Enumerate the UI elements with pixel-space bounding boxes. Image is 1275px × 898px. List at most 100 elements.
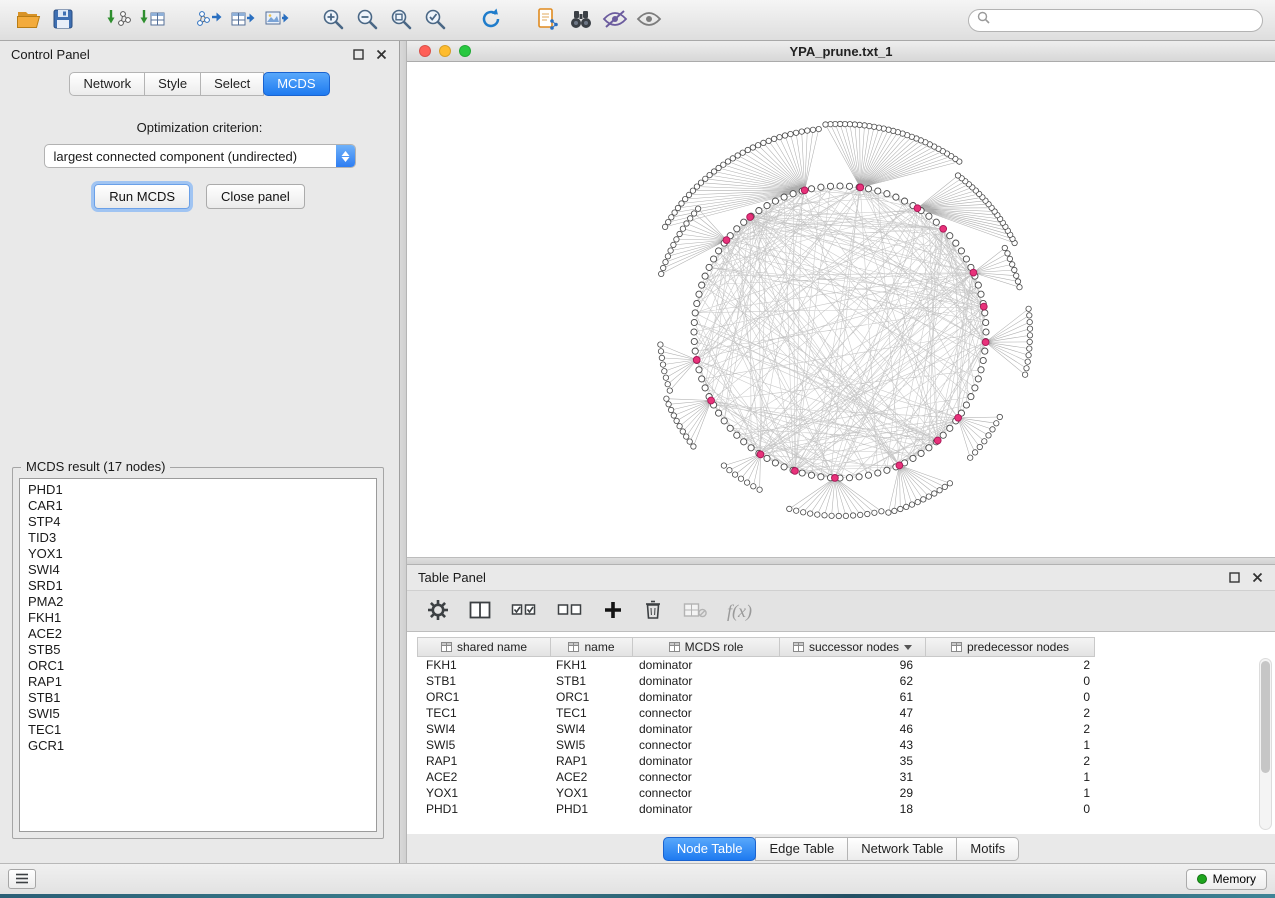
cell-role[interactable]: dominator <box>634 658 782 672</box>
mcds-result-item[interactable]: ORC1 <box>28 658 376 674</box>
network-node[interactable] <box>772 460 778 466</box>
cell-predecessors[interactable]: 0 <box>929 802 1099 816</box>
network-node[interactable] <box>764 455 770 461</box>
mcds-result-item[interactable]: TID3 <box>28 530 376 546</box>
network-leaf-node[interactable] <box>677 424 682 429</box>
network-leaf-node[interactable] <box>659 271 664 276</box>
export-network-button[interactable] <box>192 4 226 36</box>
network-node[interactable] <box>692 310 698 316</box>
network-node[interactable] <box>884 191 890 197</box>
network-leaf-node[interactable] <box>677 231 682 236</box>
cell-role[interactable]: connector <box>634 770 782 784</box>
network-leaf-node[interactable] <box>721 162 726 167</box>
network-leaf-node[interactable] <box>1012 267 1017 272</box>
network-node[interactable] <box>958 248 964 254</box>
network-dominator-node[interactable] <box>832 475 839 482</box>
cell-predecessors[interactable]: 1 <box>929 786 1099 800</box>
network-leaf-node[interactable] <box>788 131 793 136</box>
network-leaf-node[interactable] <box>876 125 881 130</box>
network-leaf-node[interactable] <box>865 511 870 516</box>
network-leaf-node[interactable] <box>810 127 815 132</box>
mcds-result-item[interactable]: SWI5 <box>28 706 376 722</box>
network-node[interactable] <box>699 282 705 288</box>
mcds-result-item[interactable]: RAP1 <box>28 674 376 690</box>
network-leaf-node[interactable] <box>688 216 693 221</box>
network-node[interactable] <box>702 273 708 279</box>
network-leaf-node[interactable] <box>1025 359 1030 364</box>
network-node[interactable] <box>910 455 916 461</box>
network-leaf-node[interactable] <box>794 508 799 513</box>
network-leaf-node[interactable] <box>732 472 737 477</box>
network-leaf-node[interactable] <box>691 211 696 216</box>
network-node[interactable] <box>716 410 722 416</box>
tab-motifs[interactable]: Motifs <box>956 837 1019 861</box>
tab-mcds[interactable]: MCDS <box>263 72 329 96</box>
network-node[interactable] <box>696 291 702 297</box>
network-node[interactable] <box>953 240 959 246</box>
status-menu-button[interactable] <box>8 869 36 889</box>
network-leaf-node[interactable] <box>671 242 676 247</box>
network-leaf-node[interactable] <box>793 130 798 135</box>
cell-predecessors[interactable]: 1 <box>929 738 1099 752</box>
cell-name[interactable]: ACE2 <box>551 770 634 784</box>
network-leaf-node[interactable] <box>755 143 760 148</box>
network-leaf-node[interactable] <box>994 421 999 426</box>
network-node[interactable] <box>702 385 708 391</box>
network-dominator-node[interactable] <box>723 237 730 244</box>
network-leaf-node[interactable] <box>777 135 782 140</box>
network-node[interactable] <box>893 194 899 200</box>
cell-role[interactable]: dominator <box>634 690 782 704</box>
split-divider-vertical[interactable] <box>400 41 407 863</box>
network-node[interactable] <box>884 467 890 473</box>
cell-successors[interactable]: 35 <box>782 754 929 768</box>
table-row[interactable]: FKH1FKH1dominator962 <box>417 657 1275 673</box>
cell-shared-name[interactable]: TEC1 <box>417 706 551 720</box>
network-node[interactable] <box>975 376 981 382</box>
network-leaf-node[interactable] <box>672 210 677 215</box>
network-node[interactable] <box>711 256 717 262</box>
network-dominator-node[interactable] <box>693 357 700 364</box>
network-leaf-node[interactable] <box>1027 333 1032 338</box>
zoom-out-button[interactable] <box>350 4 384 36</box>
cell-successors[interactable]: 43 <box>782 738 929 752</box>
cell-shared-name[interactable]: FKH1 <box>417 658 551 672</box>
network-leaf-node[interactable] <box>942 484 947 489</box>
float-table-panel-icon[interactable] <box>1227 571 1241 585</box>
network-canvas[interactable] <box>407 62 1275 557</box>
network-node[interactable] <box>975 282 981 288</box>
float-panel-icon[interactable] <box>351 48 365 62</box>
mcds-result-item[interactable]: SRD1 <box>28 578 376 594</box>
cell-name[interactable]: SWI5 <box>551 738 634 752</box>
network-leaf-node[interactable] <box>1010 262 1015 267</box>
network-node[interactable] <box>691 329 697 335</box>
network-leaf-node[interactable] <box>909 502 914 507</box>
cell-name[interactable]: RAP1 <box>551 754 634 768</box>
table-settings-button[interactable] <box>427 596 449 626</box>
network-node[interactable] <box>846 183 852 189</box>
network-node[interactable] <box>865 472 871 478</box>
tab-node-table[interactable]: Node Table <box>663 837 757 861</box>
network-leaf-node[interactable] <box>1027 319 1032 324</box>
network-node[interactable] <box>980 357 986 363</box>
table-row[interactable]: YOX1YOX1connector291 <box>417 785 1275 801</box>
network-leaf-node[interactable] <box>1005 251 1010 256</box>
cell-successors[interactable]: 47 <box>782 706 929 720</box>
network-node[interactable] <box>926 445 932 451</box>
network-leaf-node[interactable] <box>872 510 877 515</box>
network-node[interactable] <box>827 183 833 189</box>
network-leaf-node[interactable] <box>816 126 821 131</box>
cell-successors[interactable]: 46 <box>782 722 929 736</box>
network-leaf-node[interactable] <box>801 510 806 515</box>
network-leaf-node[interactable] <box>751 484 756 489</box>
network-leaf-node[interactable] <box>658 349 663 354</box>
mcds-result-item[interactable]: SWI4 <box>28 562 376 578</box>
network-node[interactable] <box>721 418 727 424</box>
copy-share-button[interactable] <box>530 4 564 36</box>
network-leaf-node[interactable] <box>680 429 685 434</box>
network-leaf-node[interactable] <box>667 388 672 393</box>
network-node[interactable] <box>837 183 843 189</box>
network-dominator-node[interactable] <box>747 214 754 221</box>
network-leaf-node[interactable] <box>1027 339 1032 344</box>
network-leaf-node[interactable] <box>1026 306 1031 311</box>
table-row[interactable]: RAP1RAP1dominator352 <box>417 753 1275 769</box>
